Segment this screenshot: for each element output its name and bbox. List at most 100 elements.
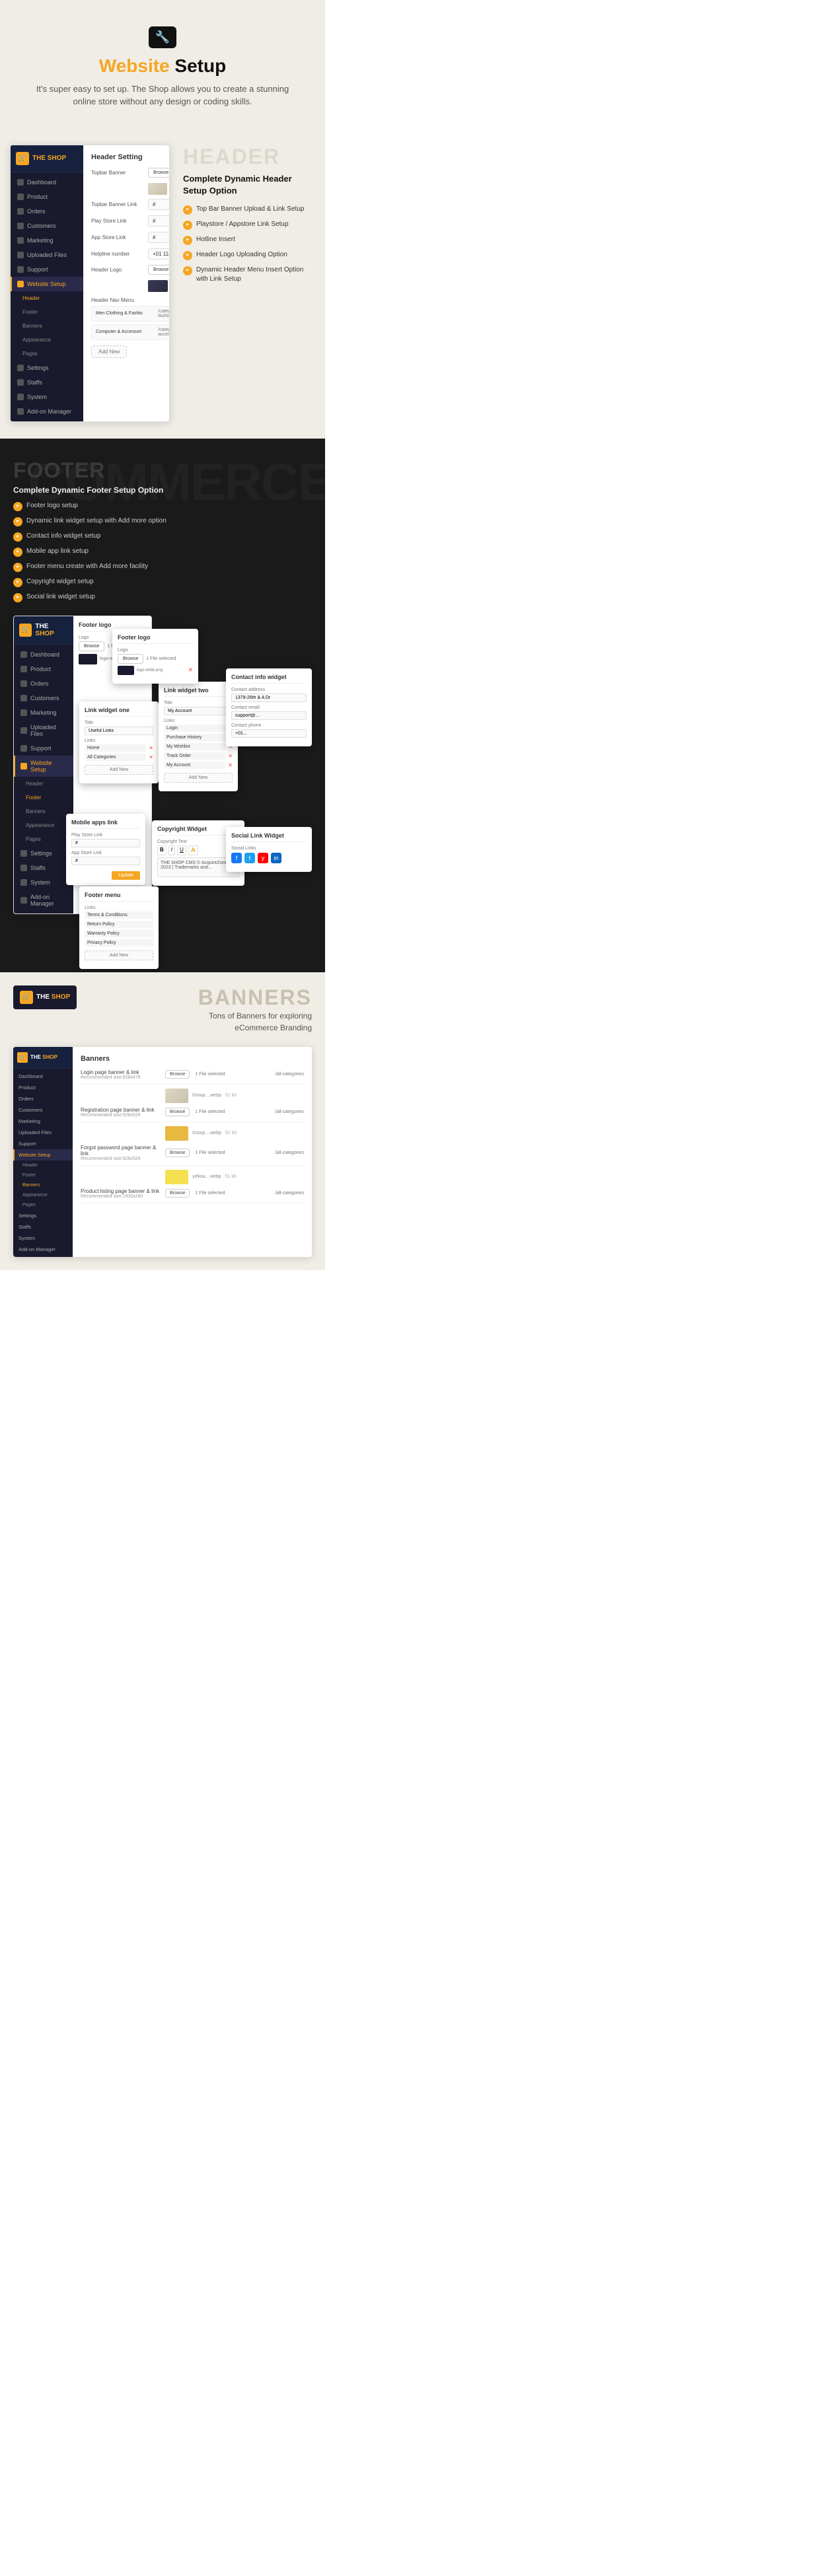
copyright-underline[interactable]: U <box>177 845 186 855</box>
banner-reg-browse[interactable]: Browse <box>165 1108 190 1116</box>
f-sidebar-support[interactable]: Support <box>14 741 73 756</box>
f-product-icon <box>20 666 27 672</box>
b-sidebar-files[interactable]: Uploaded Files <box>13 1127 73 1138</box>
lw2-track-close[interactable]: ✕ <box>228 753 233 759</box>
f-sidebar-footer[interactable]: Footer <box>14 791 73 805</box>
f-sidebar-staffs[interactable]: Staffs <box>14 861 73 875</box>
b-sidebar-appearance[interactable]: Appearance <box>13 1190 73 1200</box>
footer-logo-browse[interactable]: Browse <box>79 641 104 651</box>
sidebar-item-customers[interactable]: Customers <box>11 219 83 233</box>
lw2-acc-close[interactable]: ✕ <box>228 762 233 768</box>
sidebar-item-marketing[interactable]: Marketing <box>11 233 83 248</box>
f-marketing-icon <box>20 709 27 716</box>
copyright-color[interactable]: A <box>188 845 198 855</box>
b-sidebar-orders[interactable]: Orders <box>13 1093 73 1104</box>
banner-product-browse[interactable]: Browse <box>165 1189 190 1198</box>
f-sidebar-appearance[interactable]: Appearance <box>14 818 73 832</box>
b-sidebar-addon[interactable]: Add-on Manager <box>13 1244 73 1255</box>
footer-logo-browse2[interactable]: Browse <box>118 654 143 664</box>
copyright-bold[interactable]: B <box>157 845 166 855</box>
footer-shop-name: THE SHOP <box>35 623 68 637</box>
f-sidebar-banners[interactable]: Banners <box>14 805 73 818</box>
banner-forgot-browse[interactable]: Browse <box>165 1149 190 1157</box>
mobile-play-input[interactable] <box>71 839 140 847</box>
sidebar-item-settings[interactable]: Settings <box>11 361 83 375</box>
lw1-home-close[interactable]: ✕ <box>149 745 153 751</box>
mobile-app-input[interactable] <box>71 857 140 865</box>
linkedin-icon[interactable]: in <box>271 853 281 863</box>
b-sidebar-marketing[interactable]: Marketing <box>13 1116 73 1127</box>
f-sidebar-orders[interactable]: Orders <box>14 676 73 691</box>
f-sidebar-settings[interactable]: Settings <box>14 846 73 861</box>
staffs-icon <box>17 379 24 386</box>
b-sidebar-dashboard[interactable]: Dashboard <box>13 1071 73 1082</box>
app-store-input[interactable] <box>148 232 170 243</box>
sidebar-item-banners[interactable]: Banners <box>11 319 83 333</box>
b-sidebar-staffs[interactable]: Staffs <box>13 1221 73 1233</box>
youtube-icon[interactable]: y <box>258 853 268 863</box>
sidebar-item-footer[interactable]: Footer <box>11 305 83 319</box>
b-sidebar-settings[interactable]: Settings <box>13 1210 73 1221</box>
f-sidebar-files[interactable]: Uploaded Files <box>14 720 73 741</box>
b-sidebar-support[interactable]: Support <box>13 1138 73 1149</box>
f-sidebar-pages[interactable]: Pages <box>14 832 73 846</box>
sidebar-item-header[interactable]: Header <box>11 291 83 305</box>
sidebar-item-uploaded-files[interactable]: Uploaded Files <box>11 248 83 262</box>
footer-menu-add-btn[interactable]: Add New <box>85 950 153 960</box>
b-sidebar-footer[interactable]: Footer <box>13 1170 73 1180</box>
topbar-link-input[interactable] <box>148 199 170 210</box>
sidebar-item-support[interactable]: Support <box>11 262 83 277</box>
sidebar-item-orders[interactable]: Orders <box>11 204 83 219</box>
twitter-icon[interactable]: t <box>244 853 255 863</box>
lw1-categories-close[interactable]: ✕ <box>149 754 153 760</box>
sidebar-item-dashboard[interactable]: Dashboard <box>11 175 83 190</box>
topbar-banner-browse[interactable]: Browse <box>148 168 170 178</box>
lw2-title-input[interactable] <box>164 707 233 715</box>
lw1-title-input[interactable] <box>85 727 153 735</box>
contact-phone-input[interactable] <box>231 729 307 738</box>
topbar-banner-label: Topbar Banner <box>91 170 144 176</box>
b-sidebar-website[interactable]: Website Setup <box>13 1149 73 1161</box>
f-sidebar-addon[interactable]: Add-on Manager <box>14 890 73 911</box>
b-sidebar-banners[interactable]: Banners <box>13 1180 73 1190</box>
add-nav-btn[interactable]: Add New <box>91 345 127 358</box>
lw2-add-btn[interactable]: Add New <box>164 773 233 783</box>
f-sidebar-header[interactable]: Header <box>14 777 73 791</box>
sidebar-item-pages[interactable]: Pages <box>11 347 83 361</box>
facebook-icon[interactable]: f <box>231 853 242 863</box>
f-sidebar-dashboard[interactable]: Dashboard <box>14 647 73 662</box>
b-sidebar-header[interactable]: Header <box>13 1161 73 1170</box>
sidebar-item-addon[interactable]: Add-on Manager <box>11 404 83 419</box>
mobile-update-btn[interactable]: Update <box>112 871 140 880</box>
sidebar-item-system[interactable]: System <box>11 390 83 404</box>
sidebar-item-product[interactable]: Product <box>11 190 83 204</box>
b-sidebar-pages[interactable]: Pages <box>13 1200 73 1210</box>
feature-item-4: Header Logo Uploading Option <box>183 250 315 260</box>
f-sidebar-marketing[interactable]: Marketing <box>14 705 73 720</box>
f-sidebar-product[interactable]: Product <box>14 662 73 676</box>
sidebar-item-staffs[interactable]: Staffs <box>11 375 83 390</box>
banner-login-browse[interactable]: Browse <box>165 1070 190 1079</box>
contact-email-input[interactable] <box>231 711 307 720</box>
sidebar-item-appearance[interactable]: Appearance <box>11 333 83 347</box>
play-store-input[interactable] <box>148 215 170 227</box>
settings-icon <box>17 365 24 371</box>
footer-logo-remove[interactable]: ✕ <box>188 666 193 674</box>
header-logo-browse[interactable]: Browse <box>148 265 170 275</box>
play-store-row: Play Store Link <box>91 215 170 227</box>
f-sidebar-system[interactable]: System <box>14 875 73 890</box>
copyright-italic[interactable]: I <box>168 845 175 855</box>
helpline-row: Helpline number <box>91 248 170 260</box>
lw1-add-btn[interactable]: Add New <box>85 765 153 775</box>
sidebar-item-website-setup[interactable]: Website Setup <box>11 277 83 291</box>
footer-bullet-5 <box>13 563 22 572</box>
b-sidebar-system[interactable]: System <box>13 1233 73 1244</box>
b-sidebar-customers[interactable]: Customers <box>13 1104 73 1116</box>
lw1-link-home: Home ✕ <box>85 744 153 752</box>
contact-address-input[interactable] <box>231 694 307 702</box>
helpline-input[interactable] <box>148 248 170 260</box>
f-sidebar-customers[interactable]: Customers <box>14 691 73 705</box>
b-sidebar-product[interactable]: Product <box>13 1082 73 1093</box>
footer-sidebar-menu: Dashboard Product Orders Customers Marke… <box>14 645 73 913</box>
f-sidebar-website[interactable]: Website Setup <box>14 756 73 777</box>
